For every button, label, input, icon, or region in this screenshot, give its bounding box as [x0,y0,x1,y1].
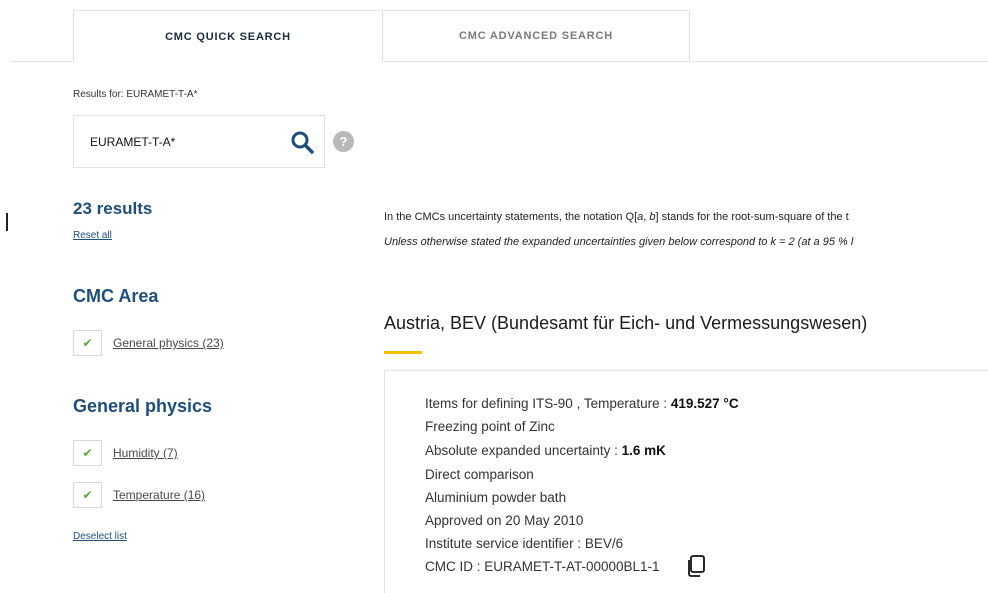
apparatus-line: Aluminium powder bath [425,490,567,505]
results-count: 23 results [73,199,153,218]
tab-advanced-search[interactable]: CMC ADVANCED SEARCH [382,10,690,62]
cmc-id-line: CMC ID : EURAMET-T-AT-00000BL1-1 [425,559,660,574]
help-icon[interactable]: ? [333,131,354,152]
approved-line: Approved on 20 May 2010 [425,513,584,528]
facet-label[interactable]: Humidity (7) [113,446,178,460]
facet-item-general-physics[interactable]: ✔ General physics (23) [73,330,224,356]
search-input-value[interactable]: EURAMET-T-A* [90,135,175,149]
checkmark-icon[interactable]: ✔ [73,440,102,466]
facet-item-temperature[interactable]: ✔ Temperature (16) [73,482,205,508]
checkmark-icon[interactable]: ✔ [73,482,102,508]
tab-divider-right [690,61,988,62]
reset-all-link[interactable]: Reset all [73,230,112,241]
facet-label[interactable]: General physics (23) [113,336,224,350]
tab-quick-search[interactable]: CMC QUICK SEARCH [73,10,383,62]
uncertainty-line: Absolute expanded uncertainty : 1.6 mK [425,443,666,458]
checkmark-icon[interactable]: ✔ [73,330,102,356]
tab-divider-left [10,61,73,62]
institute-title: Austria, BEV (Bundesamt für Eich- und Ve… [384,313,868,333]
items-line: Items for defining ITS-90 , Temperature … [425,396,739,411]
method-line: Direct comparison [425,467,534,482]
title-underline [384,351,422,354]
cut-off-facet-title [73,584,263,593]
search-icon[interactable] [290,130,314,154]
uncertainty-note: Unless otherwise stated the expanded unc… [384,236,854,248]
facet-item-humidity[interactable]: ✔ Humidity (7) [73,440,178,466]
facet-title-general-physics: General physics [73,396,213,416]
notation-note: In the CMCs uncertainty statements, the … [384,211,849,223]
search-input[interactable]: EURAMET-T-A* [73,115,325,168]
copy-icon[interactable] [686,555,706,577]
fixed-point-line: Freezing point of Zinc [425,419,555,434]
facet-title-cmc-area: CMC Area [73,286,159,306]
results-for-label: Results for: EURAMET-T-A* [73,89,198,100]
temperature-value: 419.527 °C [670,396,739,411]
uncertainty-value: 1.6 mK [621,443,666,458]
facet-label[interactable]: Temperature (16) [113,488,205,502]
deselect-list-link[interactable]: Deselect list [73,531,127,542]
service-identifier-line: Institute service identifier : BEV/6 [425,536,624,551]
text-cursor [6,213,8,231]
